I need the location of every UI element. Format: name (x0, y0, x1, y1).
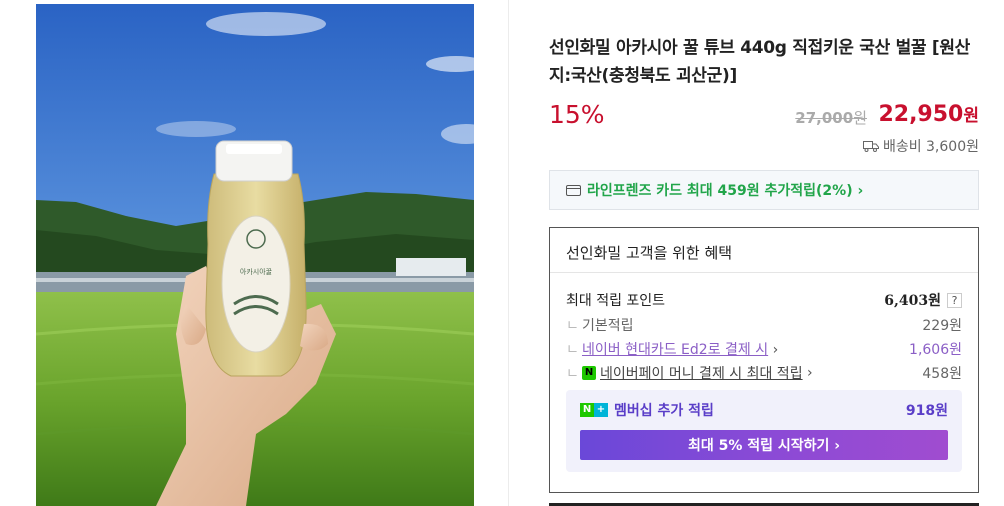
nplus-icon: N + (580, 403, 608, 417)
nplus-n: N (580, 403, 594, 417)
branch-icon: ㄴ (566, 366, 579, 382)
sale-price: 22,950원 (878, 101, 979, 127)
card-points-value: 1,606원 (909, 342, 962, 358)
card-icon (566, 184, 581, 196)
max-points-row: 최대 적립 포인트 6,403원 ? (566, 290, 962, 310)
card-promo-text: 라인프렌즈 카드 최대 459원 추가적립(2%) › (587, 183, 864, 199)
bottle-label-text: 아카시아꿀 (240, 267, 273, 276)
membership-value: 918원 (905, 403, 948, 419)
max-points-value: 6,403원 (884, 293, 941, 309)
product-title: 선인화밀 아카시아 꿀 튜브 440g 직접키운 국산 벌꿀 [원산지:국산(충… (549, 38, 971, 86)
benefit-divider (550, 272, 978, 273)
product-detail-page: 아카시아꿀 선인화밀 아카시아 꿀 튜브 440g 직접키운 국산 벌꿀 [원산… (0, 0, 1004, 506)
chevron-right-icon: › (772, 342, 779, 358)
chevron-right-icon: › (807, 365, 813, 381)
product-photo: 아카시아꿀 (36, 4, 474, 506)
help-icon[interactable]: ? (947, 292, 962, 308)
membership-label: 멤버십 추가 적립 (614, 403, 714, 419)
sale-price-unit: 원 (963, 106, 979, 126)
benefit-title: 선인화밀 고객을 위한 혜택 (566, 244, 733, 262)
branch-icon: ㄴ (566, 342, 579, 358)
membership-row: N + 멤버십 추가 적립 918원 (580, 400, 948, 420)
column-divider (508, 0, 509, 506)
shipping-fee-text: 배송비 3,600원 (882, 139, 979, 155)
sale-price-value: 22,950 (878, 102, 964, 127)
product-image[interactable]: 아카시아꿀 (36, 4, 474, 506)
card-promo-banner[interactable]: 라인프렌즈 카드 최대 459원 추가적립(2%) › (549, 170, 979, 210)
truck-icon (862, 141, 879, 152)
npay-icon: N (582, 366, 596, 380)
original-price-unit: 원 (853, 109, 867, 127)
npay-points-row[interactable]: ㄴ N 네이버페이 머니 결제 시 최대 적립 › 458원 (566, 363, 962, 383)
membership-panel: N + 멤버십 추가 적립 918원 최대 5% 적립 시작하기 › (566, 390, 962, 472)
basic-points-label: 기본적립 (582, 318, 634, 334)
membership-start-button[interactable]: 최대 5% 적립 시작하기 › (580, 430, 948, 460)
benefit-box: 선인화밀 고객을 위한 혜택 최대 적립 포인트 6,403원 ? ㄴ 기본적립 … (549, 227, 979, 493)
basic-points-value: 229원 (922, 318, 962, 334)
card-points-row[interactable]: ㄴ 네이버 현대카드 Ed2로 결제 시 › 1,606원 (566, 339, 962, 359)
original-price-value: 27,000 (795, 109, 854, 127)
basic-points-row: ㄴ 기본적립 229원 (566, 315, 962, 335)
npay-points-label[interactable]: 네이버페이 머니 결제 시 최대 적립 (600, 363, 803, 383)
max-points-label: 최대 적립 포인트 (566, 293, 666, 309)
nplus-plus: + (594, 403, 608, 417)
card-points-label[interactable]: 네이버 현대카드 Ed2로 결제 시 (582, 342, 768, 358)
original-price: 27,000원 (795, 107, 867, 128)
shipping-fee: 배송비 3,600원 (862, 136, 979, 156)
branch-icon: ㄴ (566, 318, 579, 334)
npay-points-value: 458원 (922, 366, 962, 382)
discount-rate: 15% (549, 100, 605, 129)
